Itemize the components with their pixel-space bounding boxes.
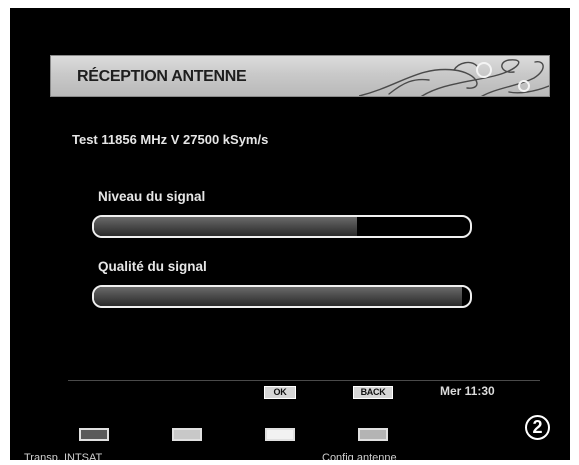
clock: Mer 11:30 — [440, 384, 495, 398]
signal-level-fill — [94, 217, 358, 236]
back-key[interactable]: BACK — [353, 386, 393, 399]
signal-quality-bar — [92, 285, 472, 308]
color-key-2[interactable] — [172, 428, 202, 441]
signal-level-bar — [92, 215, 472, 238]
floral-ornament-icon — [359, 59, 549, 96]
step-number-badge: 2 — [525, 415, 550, 440]
ok-key[interactable]: OK — [264, 386, 296, 399]
color-key-1-label: Transp. INTSAT — [24, 452, 103, 460]
signal-level-label: Niveau du signal — [98, 189, 206, 204]
color-key-4-label: Config antenne — [322, 452, 397, 460]
signal-quality-label: Qualité du signal — [98, 259, 207, 274]
transponder-test-info: Test 11856 MHz V 27500 kSym/s — [72, 132, 269, 147]
signal-quality-fill — [94, 287, 463, 306]
color-key-4[interactable] — [358, 428, 388, 441]
color-key-3[interactable] — [265, 428, 295, 441]
color-key-1[interactable] — [79, 428, 109, 441]
page-title: RÉCEPTION ANTENNE — [77, 68, 247, 85]
footer-divider — [68, 380, 540, 381]
tv-screen: RÉCEPTION ANTENNE Test 11856 MHz V 27500… — [10, 8, 570, 460]
header-banner: RÉCEPTION ANTENNE — [50, 55, 550, 97]
